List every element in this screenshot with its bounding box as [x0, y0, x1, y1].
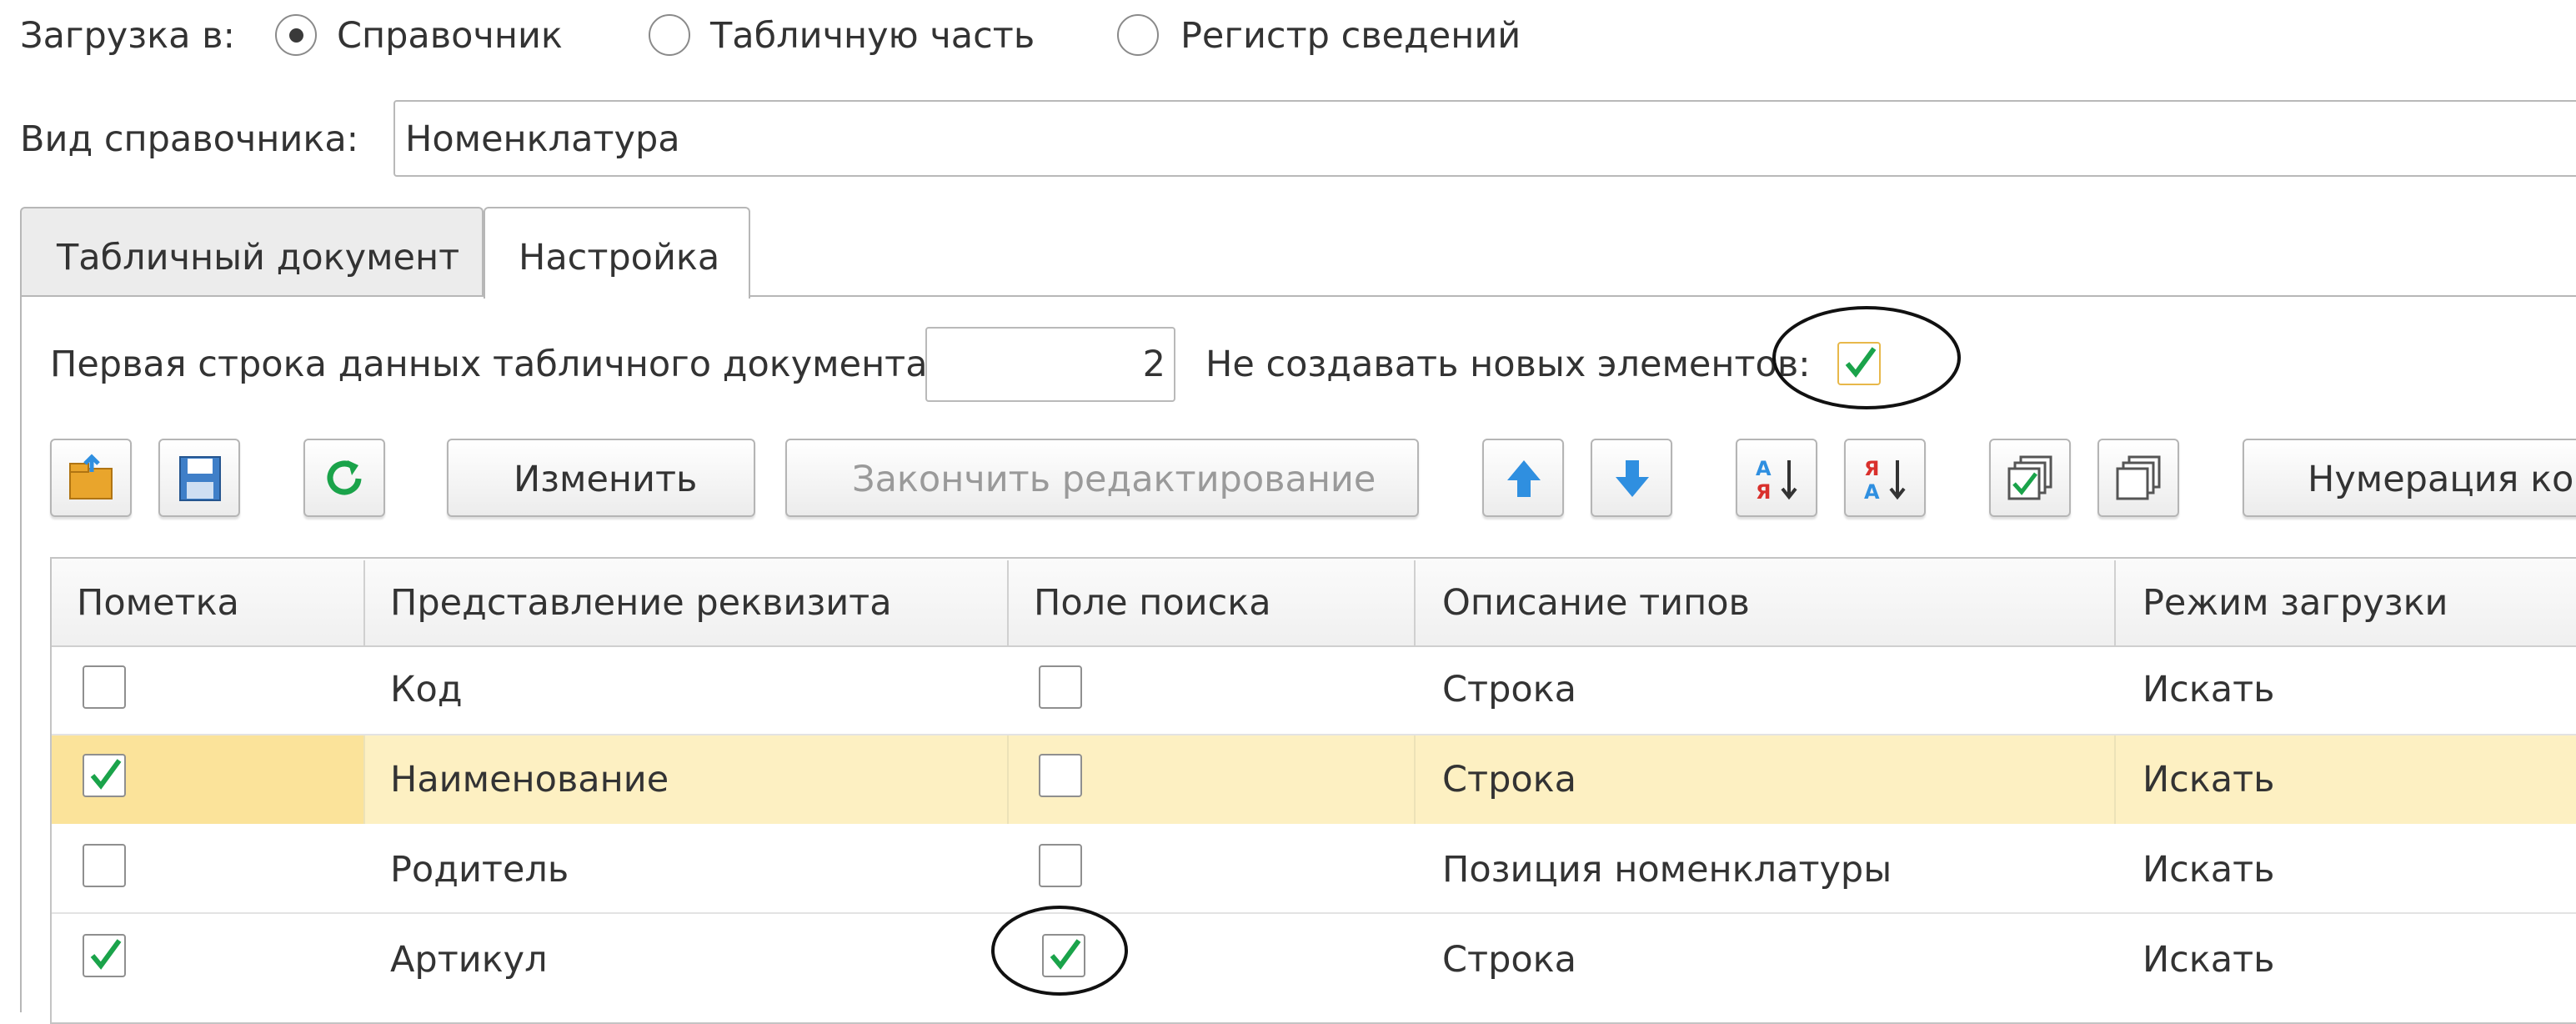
row-load-mode: Искать [2142, 669, 2275, 710]
load-to-label: Загрузка в: [20, 15, 235, 57]
cell-divider [1007, 735, 1009, 824]
row-type-description: Строка [1442, 759, 1576, 801]
row-type-description: Строка [1442, 669, 1576, 710]
svg-text:А: А [1756, 457, 1772, 480]
uncheck-all-icon [2116, 455, 2161, 500]
cell-divider [1414, 735, 1416, 824]
tab-spreadsheet-document[interactable]: Табличный документ [20, 207, 484, 295]
svg-text:Я: Я [1864, 457, 1879, 480]
header-divider [1414, 560, 1416, 645]
refresh-button[interactable] [303, 439, 385, 517]
check-all-button[interactable] [1989, 439, 2071, 517]
tab-panel-left-border [20, 295, 22, 1012]
numbering-button-label: Нумерация ко... [2308, 459, 2576, 500]
header-divider [1007, 560, 1009, 645]
open-file-button[interactable] [50, 439, 132, 517]
radio-info-register[interactable] [1117, 14, 1159, 56]
row-mark-checkbox[interactable] [83, 754, 126, 797]
finish-editing-button[interactable]: Закончить редактирование [785, 439, 1419, 517]
column-header-mark[interactable]: Пометка [77, 585, 239, 621]
row-attribute-name: Родитель [390, 849, 569, 891]
radio-info-register-label[interactable]: Регистр сведений [1180, 18, 1521, 54]
tab-spreadsheet-document-label: Табличный документ [57, 237, 460, 279]
row-mark-checkbox[interactable] [83, 934, 126, 977]
no-new-elements-label: Не создавать новых элементов: [1205, 344, 1811, 385]
change-button-label: Изменить [514, 459, 698, 500]
sort-ascending-button[interactable]: А Я [1736, 439, 1817, 517]
cell-divider [2114, 735, 2116, 824]
row-load-mode: Искать [2142, 939, 2275, 981]
column-header-search-field[interactable]: Поле поиска [1034, 585, 1271, 621]
annotation-ellipse [1772, 306, 1961, 409]
cell-divider [363, 735, 365, 824]
checkmark-icon [90, 759, 122, 790]
row-mark-checkbox[interactable] [83, 844, 126, 887]
row-search-checkbox[interactable] [1039, 665, 1082, 709]
column-header-load-mode[interactable]: Режим загрузки [2142, 585, 2448, 621]
radio-catalog[interactable] [275, 14, 317, 56]
move-down-button[interactable] [1591, 439, 1672, 517]
row-search-checkbox[interactable] [1039, 844, 1082, 887]
catalog-type-field[interactable]: Номенклатура [393, 100, 2576, 177]
sort-ascending-icon: А Я [1756, 457, 1797, 504]
refresh-icon [327, 460, 362, 495]
checkmark-icon [90, 939, 122, 970]
radio-dot [289, 28, 303, 43]
finish-editing-button-label: Закончить редактирование [852, 459, 1376, 500]
radio-tabular-part-label[interactable]: Табличную часть [710, 18, 1035, 54]
move-up-button[interactable] [1482, 439, 1564, 517]
save-button[interactable] [158, 439, 240, 517]
numbering-button[interactable]: Нумерация ко... [2243, 439, 2576, 517]
row-attribute-name: Наименование [390, 759, 669, 801]
row-load-mode: Искать [2142, 759, 2275, 801]
row-type-description: Позиция номенклатуры [1442, 849, 1892, 891]
arrow-up-icon [1507, 460, 1541, 497]
first-row-field[interactable]: 2 [925, 327, 1175, 402]
change-button[interactable]: Изменить [447, 439, 755, 517]
column-header-attribute[interactable]: Представление реквизита [390, 585, 892, 621]
tab-settings-label: Настройка [519, 237, 720, 279]
uncheck-all-button[interactable] [2097, 439, 2179, 517]
first-row-value: 2 [1142, 344, 1165, 385]
row-attribute-name: Код [390, 669, 463, 710]
first-row-label: Первая строка данных табличного документ… [50, 344, 940, 385]
row-mark-checkbox[interactable] [83, 665, 126, 709]
row-load-mode: Искать [2142, 849, 2275, 891]
check-all-icon [2007, 455, 2052, 500]
svg-text:Я: Я [1756, 480, 1771, 504]
annotation-ellipse [991, 906, 1128, 996]
sort-descending-icon: Я А [1864, 457, 1906, 504]
column-header-type-description[interactable]: Описание типов [1442, 585, 1750, 621]
header-divider [2114, 560, 2116, 645]
sort-descending-button[interactable]: Я А [1844, 439, 1926, 517]
header-divider [363, 560, 365, 645]
tab-settings[interactable]: Настройка [484, 207, 750, 299]
catalog-type-label: Вид справочника: [20, 118, 359, 160]
row-attribute-name: Артикул [390, 939, 548, 981]
arrow-down-icon [1616, 460, 1649, 497]
tab-panel-border [20, 295, 2576, 297]
row-type-description: Строка [1442, 939, 1576, 981]
svg-text:А: А [1864, 480, 1880, 504]
radio-catalog-label[interactable]: Справочник [337, 18, 563, 54]
folder-open-icon [69, 454, 113, 499]
catalog-type-value: Номенклатура [405, 118, 680, 160]
floppy-disk-icon [179, 456, 221, 501]
radio-tabular-part[interactable] [649, 14, 690, 56]
row-search-checkbox[interactable] [1039, 754, 1082, 797]
